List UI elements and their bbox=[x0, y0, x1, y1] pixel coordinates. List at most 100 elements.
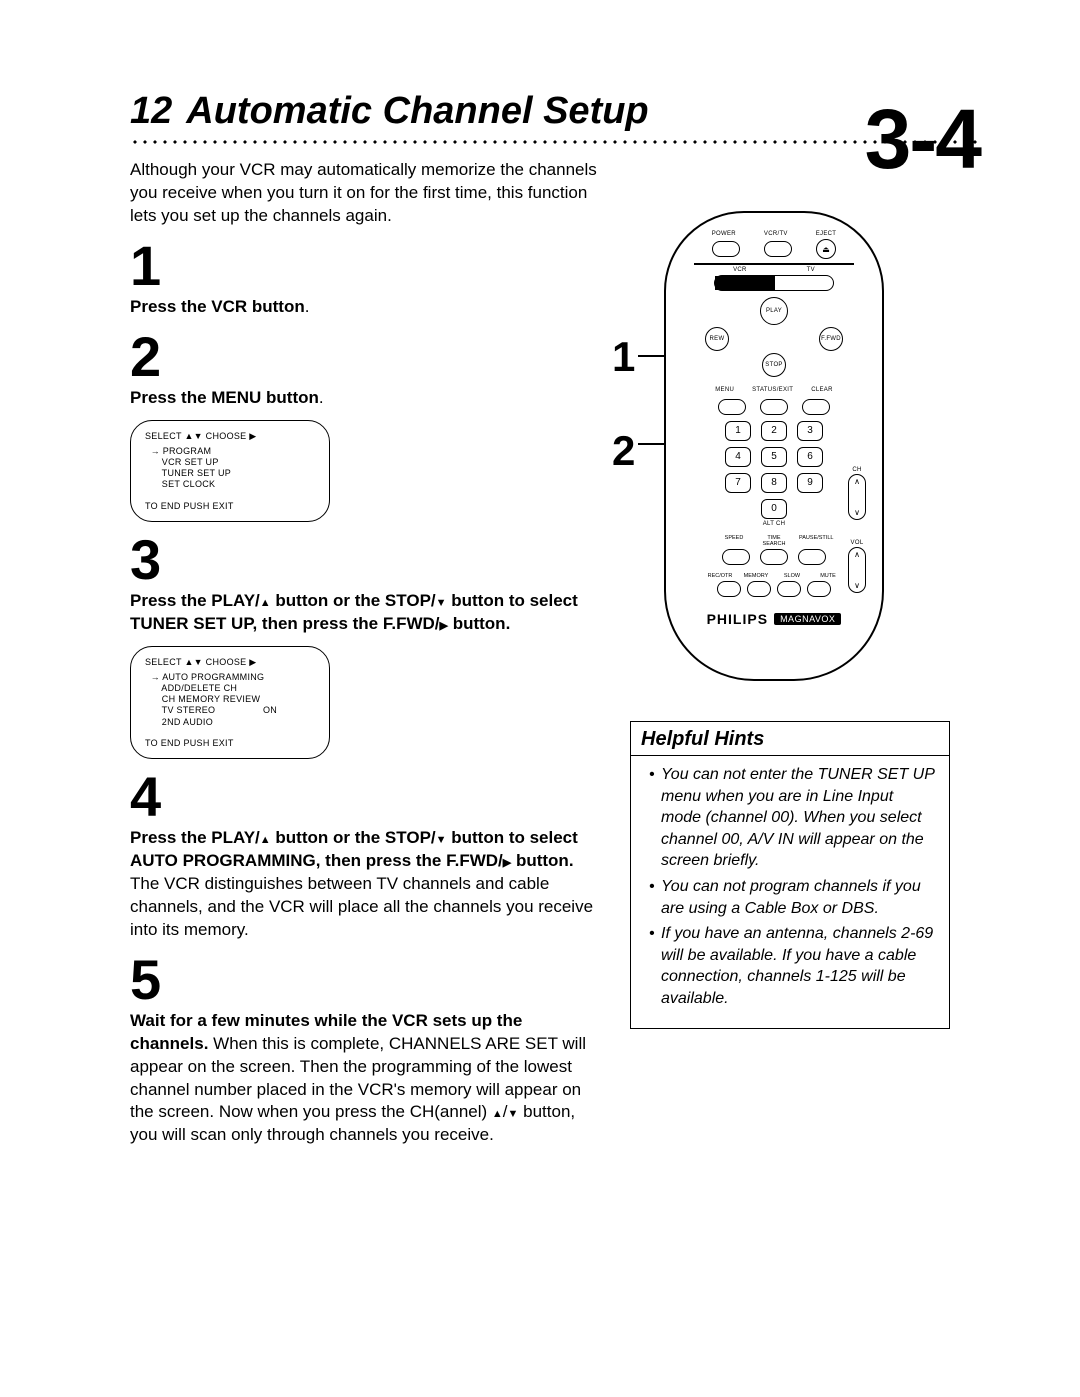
menu-button[interactable] bbox=[718, 399, 746, 415]
tv-label: TV bbox=[807, 267, 815, 273]
vol-label: VOL bbox=[851, 540, 864, 546]
osd-menu-1: SELECT ▲▼ CHOOSE ▶ → PROGRAM VCR SET UP … bbox=[130, 420, 330, 522]
page-title: Automatic Channel Setup bbox=[186, 90, 648, 133]
osd1-line: TUNER SET UP bbox=[145, 468, 315, 479]
pausestill-button[interactable] bbox=[798, 549, 826, 565]
step-3-text: Press the PLAY/ button or the STOP/ butt… bbox=[130, 590, 600, 636]
mute-button[interactable] bbox=[807, 581, 831, 597]
step-range-label: 3-4 bbox=[630, 97, 980, 181]
transport-cluster: PLAY REW F.FWD STOP bbox=[699, 297, 849, 387]
status-exit-button[interactable] bbox=[760, 399, 788, 415]
vcr-segment bbox=[715, 276, 775, 290]
hint-item: If you have an antenna, channels 2-69 wi… bbox=[649, 923, 937, 1009]
ffwd-button[interactable]: F.FWD bbox=[819, 327, 843, 351]
speed-button[interactable] bbox=[722, 549, 750, 565]
step-2-number: 2 bbox=[130, 329, 600, 385]
osd2-line: CH MEMORY REVIEW bbox=[145, 694, 315, 705]
triangle-up-icon bbox=[492, 1101, 503, 1124]
step-1-number: 1 bbox=[130, 238, 600, 294]
step-2-bold: Press the MENU button bbox=[130, 388, 319, 407]
intro-paragraph: Although your VCR may automatically memo… bbox=[130, 159, 600, 228]
eject-label: EJECT bbox=[816, 231, 837, 237]
remote-column: 3-4 1 2 POWER VCR/TV EJECT bbox=[630, 145, 980, 1147]
key-9[interactable]: 9 bbox=[797, 473, 823, 493]
brand-row: PHILIPS MAGNAVOX bbox=[707, 611, 842, 627]
vcr-tv-toggle[interactable] bbox=[714, 275, 834, 291]
key-7[interactable]: 7 bbox=[725, 473, 751, 493]
key-6[interactable]: 6 bbox=[797, 447, 823, 467]
slow-button[interactable] bbox=[777, 581, 801, 597]
osd2-footer: TO END PUSH EXIT bbox=[145, 738, 315, 748]
callout-1: 1 bbox=[612, 333, 635, 381]
play-button[interactable]: PLAY bbox=[760, 297, 788, 325]
triangle-up-icon bbox=[260, 590, 271, 613]
hints-title: Helpful Hints bbox=[631, 722, 949, 756]
steps-column: Although your VCR may automatically memo… bbox=[130, 145, 600, 1147]
vcrtv-button[interactable] bbox=[764, 241, 792, 257]
osd1-header: SELECT ▲▼ CHOOSE ▶ bbox=[145, 431, 315, 442]
key-4[interactable]: 4 bbox=[725, 447, 751, 467]
callout-numbers: 1 2 bbox=[612, 333, 635, 475]
key-5[interactable]: 5 bbox=[761, 447, 787, 467]
osd1-line: SET CLOCK bbox=[145, 479, 315, 490]
triangle-down-icon bbox=[508, 1101, 519, 1124]
remote-control-diagram: POWER VCR/TV EJECT ⏏ VCR TV bbox=[664, 211, 884, 681]
triangle-right-icon bbox=[440, 613, 448, 636]
pausestill-label: PAUSE/STILL bbox=[799, 535, 829, 547]
step-4-text: Press the PLAY/ button or the STOP/ butt… bbox=[130, 827, 600, 942]
channel-rocker[interactable]: ∧∨ bbox=[848, 474, 866, 520]
hint-item: You can not enter the TUNER SET UP menu … bbox=[649, 764, 937, 872]
speed-label: SPEED bbox=[719, 535, 749, 547]
brand-magnavox: MAGNAVOX bbox=[774, 613, 841, 625]
rew-button[interactable]: REW bbox=[705, 327, 729, 351]
vcr-label: VCR bbox=[733, 267, 747, 273]
slow-label: SLOW bbox=[777, 573, 807, 579]
brand-philips: PHILIPS bbox=[707, 611, 768, 627]
osd2-line: ADD/DELETE CH bbox=[145, 683, 315, 694]
mute-label: MUTE bbox=[813, 573, 843, 579]
osd1-footer: TO END PUSH EXIT bbox=[145, 501, 315, 511]
stop-button[interactable]: STOP bbox=[762, 353, 786, 377]
page-number: 12 bbox=[130, 90, 172, 133]
callout-2: 2 bbox=[612, 427, 635, 475]
clear-button[interactable] bbox=[802, 399, 830, 415]
status-label: STATUS/EXIT bbox=[752, 387, 793, 393]
ch-label: CH bbox=[852, 467, 861, 473]
osd2-header: SELECT ▲▼ CHOOSE ▶ bbox=[145, 657, 315, 668]
power-label: POWER bbox=[712, 231, 736, 237]
timesearch-label: TIME SEARCH bbox=[759, 535, 789, 547]
eject-button[interactable]: ⏏ bbox=[816, 239, 836, 259]
timesearch-button[interactable] bbox=[760, 549, 788, 565]
memory-button[interactable] bbox=[747, 581, 771, 597]
memory-label: MEMORY bbox=[741, 573, 771, 579]
rocker-group: CH ∧∨ VOL ∧∨ bbox=[848, 467, 866, 593]
manual-page: 12 Automatic Channel Setup Although your… bbox=[0, 0, 1080, 1397]
helpful-hints-box: Helpful Hints You can not enter the TUNE… bbox=[630, 721, 950, 1029]
step-1-bold: Press the VCR button bbox=[130, 297, 305, 316]
osd1-line: → PROGRAM bbox=[145, 446, 315, 457]
step-2-text: Press the MENU button. bbox=[130, 387, 600, 410]
osd1-line: VCR SET UP bbox=[145, 457, 315, 468]
menu-label: MENU bbox=[715, 387, 734, 393]
step-5-text: Wait for a few minutes while the VCR set… bbox=[130, 1010, 600, 1148]
step-5-number: 5 bbox=[130, 952, 600, 1008]
triangle-down-icon bbox=[436, 590, 447, 613]
step-1-text: Press the VCR button. bbox=[130, 296, 600, 319]
osd-menu-2: SELECT ▲▼ CHOOSE ▶ → AUTO PROGRAMMING AD… bbox=[130, 646, 330, 759]
osd2-line: → AUTO PROGRAMMING bbox=[145, 672, 315, 683]
power-button[interactable] bbox=[712, 241, 740, 257]
key-0[interactable]: 0 bbox=[761, 499, 787, 519]
altch-label: ALT CH bbox=[763, 521, 786, 527]
key-2[interactable]: 2 bbox=[761, 421, 787, 441]
triangle-up-icon bbox=[260, 827, 271, 850]
key-8[interactable]: 8 bbox=[761, 473, 787, 493]
recotr-label: REC/OTR bbox=[705, 573, 735, 579]
recotr-button[interactable] bbox=[717, 581, 741, 597]
divider bbox=[694, 263, 854, 265]
key-1[interactable]: 1 bbox=[725, 421, 751, 441]
osd2-line: TV STEREO ON bbox=[145, 705, 315, 716]
key-3[interactable]: 3 bbox=[797, 421, 823, 441]
volume-rocker[interactable]: ∧∨ bbox=[848, 547, 866, 593]
triangle-down-icon bbox=[436, 827, 447, 850]
hint-item: You can not program channels if you are … bbox=[649, 876, 937, 919]
